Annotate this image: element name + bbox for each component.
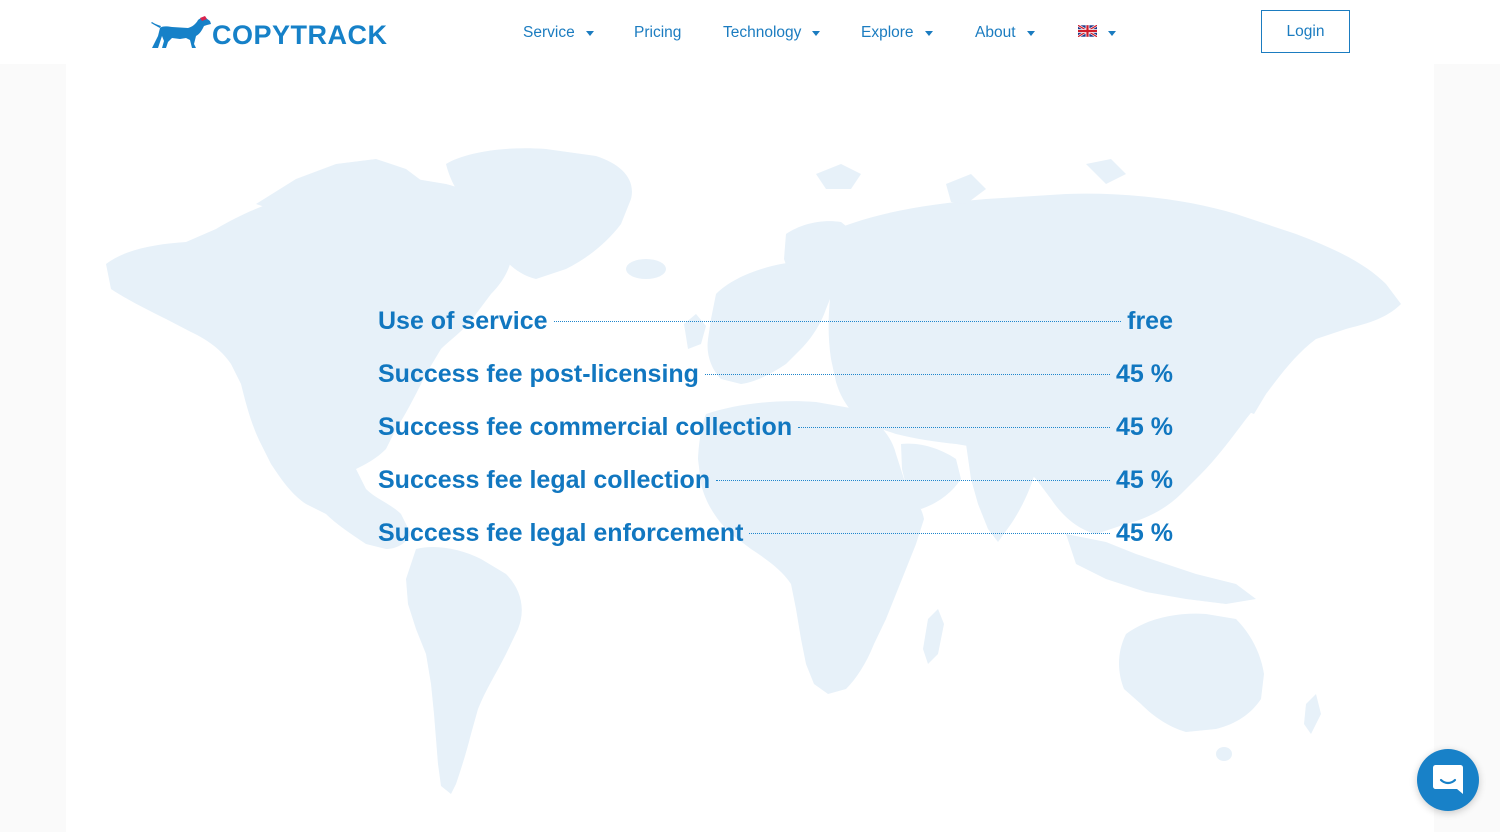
australia-shape (1119, 613, 1264, 732)
pricing-label: Success fee legal enforcement (378, 519, 744, 547)
pricing-value: free (1127, 307, 1173, 335)
caret-down-icon (924, 31, 933, 36)
caret-down-icon (1026, 31, 1035, 36)
pricing-row-post-licensing: Success fee post-licensing 45 % (378, 354, 1173, 407)
nav-item-pricing[interactable]: Pricing (634, 23, 681, 43)
nav-label: Technology (723, 24, 802, 41)
caret-down-icon (812, 31, 821, 36)
pricing-value: 45 % (1116, 466, 1173, 494)
chat-launcher-button[interactable] (1417, 749, 1479, 811)
nav-label: About (975, 24, 1016, 41)
dotted-leader (798, 407, 1111, 428)
south-america-shape (406, 547, 522, 794)
dotted-leader (704, 354, 1111, 375)
caret-down-icon (1108, 31, 1116, 36)
pricing-label: Success fee commercial collection (378, 413, 793, 441)
copytrack-logo[interactable]: COPYTRACK (150, 13, 388, 51)
pricing-label: Success fee legal collection (378, 466, 711, 494)
nav-label: Explore (861, 24, 914, 41)
uk-flag-icon (1078, 25, 1097, 37)
nav-label: Service (523, 24, 575, 41)
pricing-row-legal-enforcement: Success fee legal enforcement 45 % (378, 513, 1173, 566)
tasmania-shape (1216, 747, 1232, 761)
nav-item-explore[interactable]: Explore (861, 23, 933, 43)
novaya-zemlya-shape (946, 174, 986, 204)
dotted-leader (716, 460, 1111, 481)
pricing-list: Use of service free Success fee post-lic… (378, 301, 1173, 566)
login-button[interactable]: Login (1261, 10, 1350, 53)
pricing-row-legal-collection: Success fee legal collection 45 % (378, 460, 1173, 513)
nav-item-technology[interactable]: Technology (723, 23, 821, 43)
svalbard-shape (816, 164, 861, 189)
language-selector[interactable] (1078, 23, 1116, 43)
brand-name: COPYTRACK (212, 20, 388, 50)
nav-label: Pricing (634, 24, 682, 41)
new-zealand-shape (1304, 694, 1321, 734)
madagascar-shape (923, 609, 944, 664)
nav-item-about[interactable]: About (975, 23, 1035, 43)
pricing-label: Success fee post-licensing (378, 360, 699, 388)
pricing-row-use-of-service: Use of service free (378, 301, 1173, 354)
pricing-row-commercial-collection: Success fee commercial collection 45 % (378, 407, 1173, 460)
caret-down-icon (585, 31, 594, 36)
severnaya-zemlya-shape (1086, 159, 1126, 184)
pricing-value: 45 % (1116, 413, 1173, 441)
pricing-section: Use of service free Success fee post-lic… (66, 64, 1434, 832)
pricing-value: 45 % (1116, 519, 1173, 547)
dotted-leader (553, 301, 1122, 322)
site-header: COPYTRACK Service Pricing Technology Exp… (0, 0, 1500, 64)
pricing-label: Use of service (378, 307, 548, 335)
dotted-leader (749, 513, 1111, 534)
dog-logo-icon (151, 16, 211, 48)
chat-bubble-icon (1433, 765, 1463, 794)
pricing-value: 45 % (1116, 360, 1173, 388)
nav-item-service[interactable]: Service (523, 23, 594, 43)
iceland-shape (626, 259, 666, 279)
